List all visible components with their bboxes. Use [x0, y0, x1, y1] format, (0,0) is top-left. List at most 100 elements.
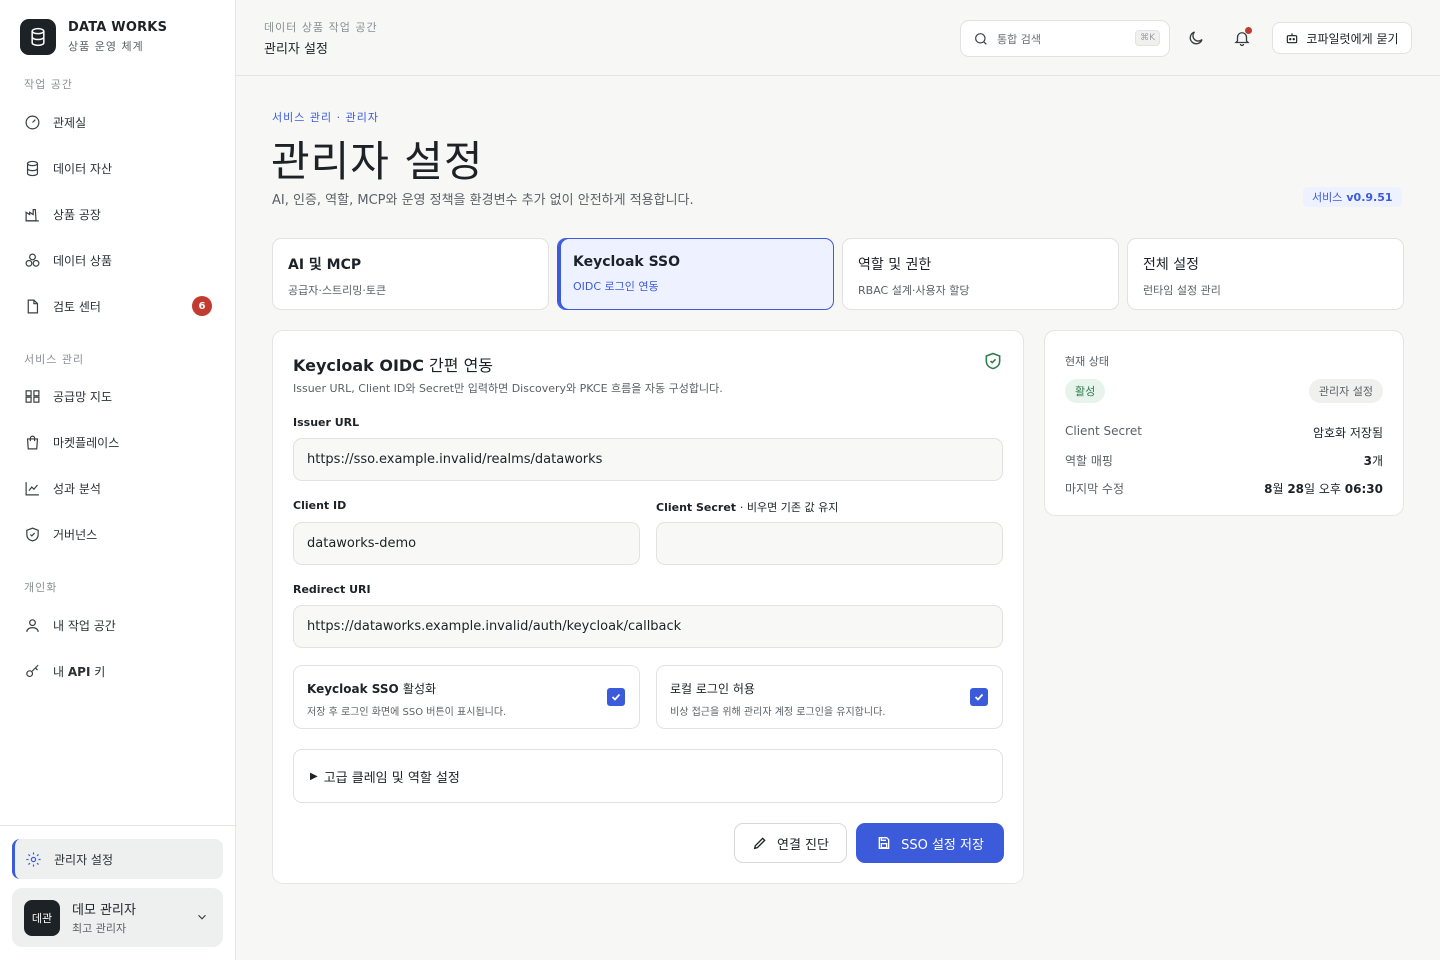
database-icon — [26, 160, 39, 176]
status-row-last-modified: 마지막 수정 8월 28일 오후 06:30 — [1065, 480, 1383, 497]
tab-all-settings[interactable]: 전체 설정 런타임 설정 관리 — [1127, 238, 1404, 310]
notification-dot — [1245, 27, 1252, 34]
sidebar-item-analytics[interactable]: 성과 분석 — [12, 470, 224, 506]
status-card: 현재 상태 활성 관리자 설정 Client Secret 암호화 저장됨 역할… — [1044, 330, 1404, 516]
sidebar-item-governance[interactable]: 거버넌스 — [12, 516, 224, 552]
sidebar-item-label: 마켓플레이스 — [53, 435, 120, 450]
section-label-workspace: 작업 공간 — [24, 78, 73, 91]
caret-right-icon: ▶ — [310, 770, 318, 782]
advanced-settings-toggle[interactable]: ▶ 고급 클레임 및 역할 설정 — [293, 749, 1003, 803]
header-title: 관리자 설정 — [264, 42, 328, 57]
save-sso-button[interactable]: SSO 설정 저장 — [856, 823, 1004, 863]
tab-ai-mcp[interactable]: AI 및 MCP 공급자·스트리밍·토큰 — [272, 238, 549, 310]
user-menu[interactable]: 데관 데모 관리자 최고 관리자 — [12, 888, 223, 947]
sso-enable-title-bold: Keycloak SSO — [307, 682, 399, 696]
version-badge: 서비스 v0.9.51 — [1303, 187, 1402, 207]
sidebar-item-admin-settings[interactable]: 관리자 설정 — [12, 839, 223, 879]
client-secret-label: Client Secret · 비우면 기존 값 유지 — [656, 499, 838, 515]
boxes-icon — [25, 253, 40, 267]
shield-check-icon — [985, 352, 1001, 370]
sidebar-item-label: 관리자 설정 — [54, 852, 114, 867]
sidebar-item-data-products[interactable]: 데이터 상품 — [12, 242, 224, 278]
top-bar: 데이터 상품 작업 공간 관리자 설정 통합 검색 ⌘K 코파일럿에게 묻기 — [236, 0, 1440, 76]
role-unit: 개 — [1371, 454, 1383, 468]
status-value: 3개 — [1364, 452, 1383, 469]
issuer-url-field[interactable]: https://sso.example.invalid/realms/dataw… — [293, 438, 1003, 481]
brand-title: DATA WORKS — [68, 20, 168, 35]
local-login-title: 로컬 로그인 허용 — [670, 682, 755, 696]
tab-subtitle: OIDC 로그인 연동 — [573, 280, 659, 293]
database-icon — [20, 19, 56, 55]
role-count: 3 — [1363, 454, 1372, 468]
sidebar-divider — [0, 825, 235, 826]
local-login-checkbox[interactable] — [970, 688, 988, 706]
sidebar-item-data-assets[interactable]: 데이터 자산 — [12, 150, 224, 186]
status-key: 역할 매핑 — [1065, 454, 1113, 468]
tab-subtitle: RBAC 설계·사용자 할당 — [858, 284, 970, 297]
save-icon — [878, 837, 890, 849]
client-id-field[interactable]: dataworks-demo — [293, 522, 640, 565]
search-shortcut: ⌘K — [1135, 30, 1160, 46]
network-icon — [25, 389, 40, 403]
theme-toggle-button[interactable] — [1185, 27, 1207, 49]
user-role: 최고 관리자 — [72, 922, 127, 935]
issuer-url-label: Issuer URL — [293, 416, 360, 429]
breadcrumb[interactable]: 데이터 상품 작업 공간 — [264, 19, 378, 35]
label-api: API — [67, 664, 91, 679]
ask-copilot-button[interactable]: 코파일럿에게 묻기 — [1272, 22, 1412, 54]
sidebar-item-label: 거버넌스 — [53, 527, 98, 542]
day: 28 — [1287, 482, 1305, 496]
tab-title: 전체 설정 — [1143, 257, 1199, 273]
diagnose-connection-button[interactable]: 연결 진단 — [734, 823, 847, 863]
moon-icon — [1189, 31, 1203, 45]
sidebar-item-my-workspace[interactable]: 내 작업 공간 — [12, 607, 224, 643]
label-prefix: 내 — [53, 664, 68, 679]
sidebar-item-label: 내 API 키 — [53, 663, 105, 680]
sso-enable-checkbox[interactable] — [607, 688, 625, 706]
sidebar-item-product-factory[interactable]: 상품 공장 — [12, 196, 224, 232]
gauge-icon — [25, 115, 40, 129]
time: 06:30 — [1344, 482, 1383, 496]
sidebar: DATA WORKS 상품 운영 체계 작업 공간 관제실 데이터 자산 상품 … — [0, 0, 236, 960]
sidebar-item-marketplace[interactable]: 마켓플레이스 — [12, 424, 224, 460]
sidebar-item-review-center[interactable]: 검토 센터 6 — [12, 288, 224, 324]
sidebar-item-supply-map[interactable]: 공급망 지도 — [12, 378, 224, 414]
local-login-option[interactable]: 로컬 로그인 허용 비상 접근을 위해 관리자 계정 로그인을 유지합니다. — [656, 665, 1003, 729]
check-icon — [611, 693, 621, 701]
factory-icon — [25, 208, 39, 221]
search-icon — [975, 32, 987, 45]
tab-subtitle: 런타임 설정 관리 — [1143, 284, 1221, 297]
sidebar-item-my-api-key[interactable]: 내 API 키 — [12, 653, 224, 689]
sidebar-item-label: 성과 분석 — [53, 481, 101, 496]
sidebar-item-control-room[interactable]: 관제실 — [12, 104, 224, 140]
sso-enable-option[interactable]: Keycloak SSO 활성화 저장 후 로그인 화면에 SSO 버튼이 표시… — [293, 665, 640, 729]
check-icon — [974, 693, 984, 701]
search-input[interactable]: 통합 검색 ⌘K — [960, 20, 1170, 57]
client-secret-label-text: Client Secret — [656, 501, 737, 514]
local-login-desc: 비상 접근을 위해 관리자 계정 로그인을 유지합니다. — [670, 707, 886, 718]
ask-copilot-label: 코파일럿에게 묻기 — [1306, 31, 1399, 46]
tab-keycloak-sso[interactable]: Keycloak SSO OIDC 로그인 연동 — [557, 238, 834, 310]
status-key: 마지막 수정 — [1065, 482, 1125, 496]
redirect-uri-field[interactable]: https://dataworks.example.invalid/auth/k… — [293, 605, 1003, 648]
status-tag: 관리자 설정 — [1308, 379, 1383, 403]
version-number: v0.9.51 — [1346, 190, 1393, 204]
client-id-label: Client ID — [293, 499, 347, 512]
card-title: Keycloak OIDC 간편 연동 — [293, 352, 493, 376]
status-value: 암호화 저장됨 — [1312, 426, 1383, 440]
sidebar-item-label: 상품 공장 — [53, 207, 101, 222]
file-icon — [27, 299, 39, 313]
gear-icon — [26, 851, 41, 867]
user-name: 데모 관리자 — [72, 903, 136, 918]
tab-roles-permissions[interactable]: 역할 및 권한 RBAC 설계·사용자 할당 — [842, 238, 1119, 310]
brand[interactable]: DATA WORKS 상품 운영 체계 — [20, 19, 167, 55]
notifications-button[interactable] — [1231, 27, 1253, 49]
section-label-service-admin: 서비스 관리 — [24, 353, 85, 366]
key-icon — [26, 664, 39, 677]
advanced-settings-label: 고급 클레임 및 역할 설정 — [323, 770, 460, 786]
user-icon — [26, 618, 39, 632]
sso-enable-title: Keycloak SSO 활성화 — [307, 680, 639, 697]
tab-title: 역할 및 권한 — [858, 257, 932, 273]
keycloak-form-card: Keycloak OIDC 간편 연동 Issuer URL, Client I… — [272, 330, 1024, 884]
client-secret-field[interactable] — [656, 522, 1003, 565]
